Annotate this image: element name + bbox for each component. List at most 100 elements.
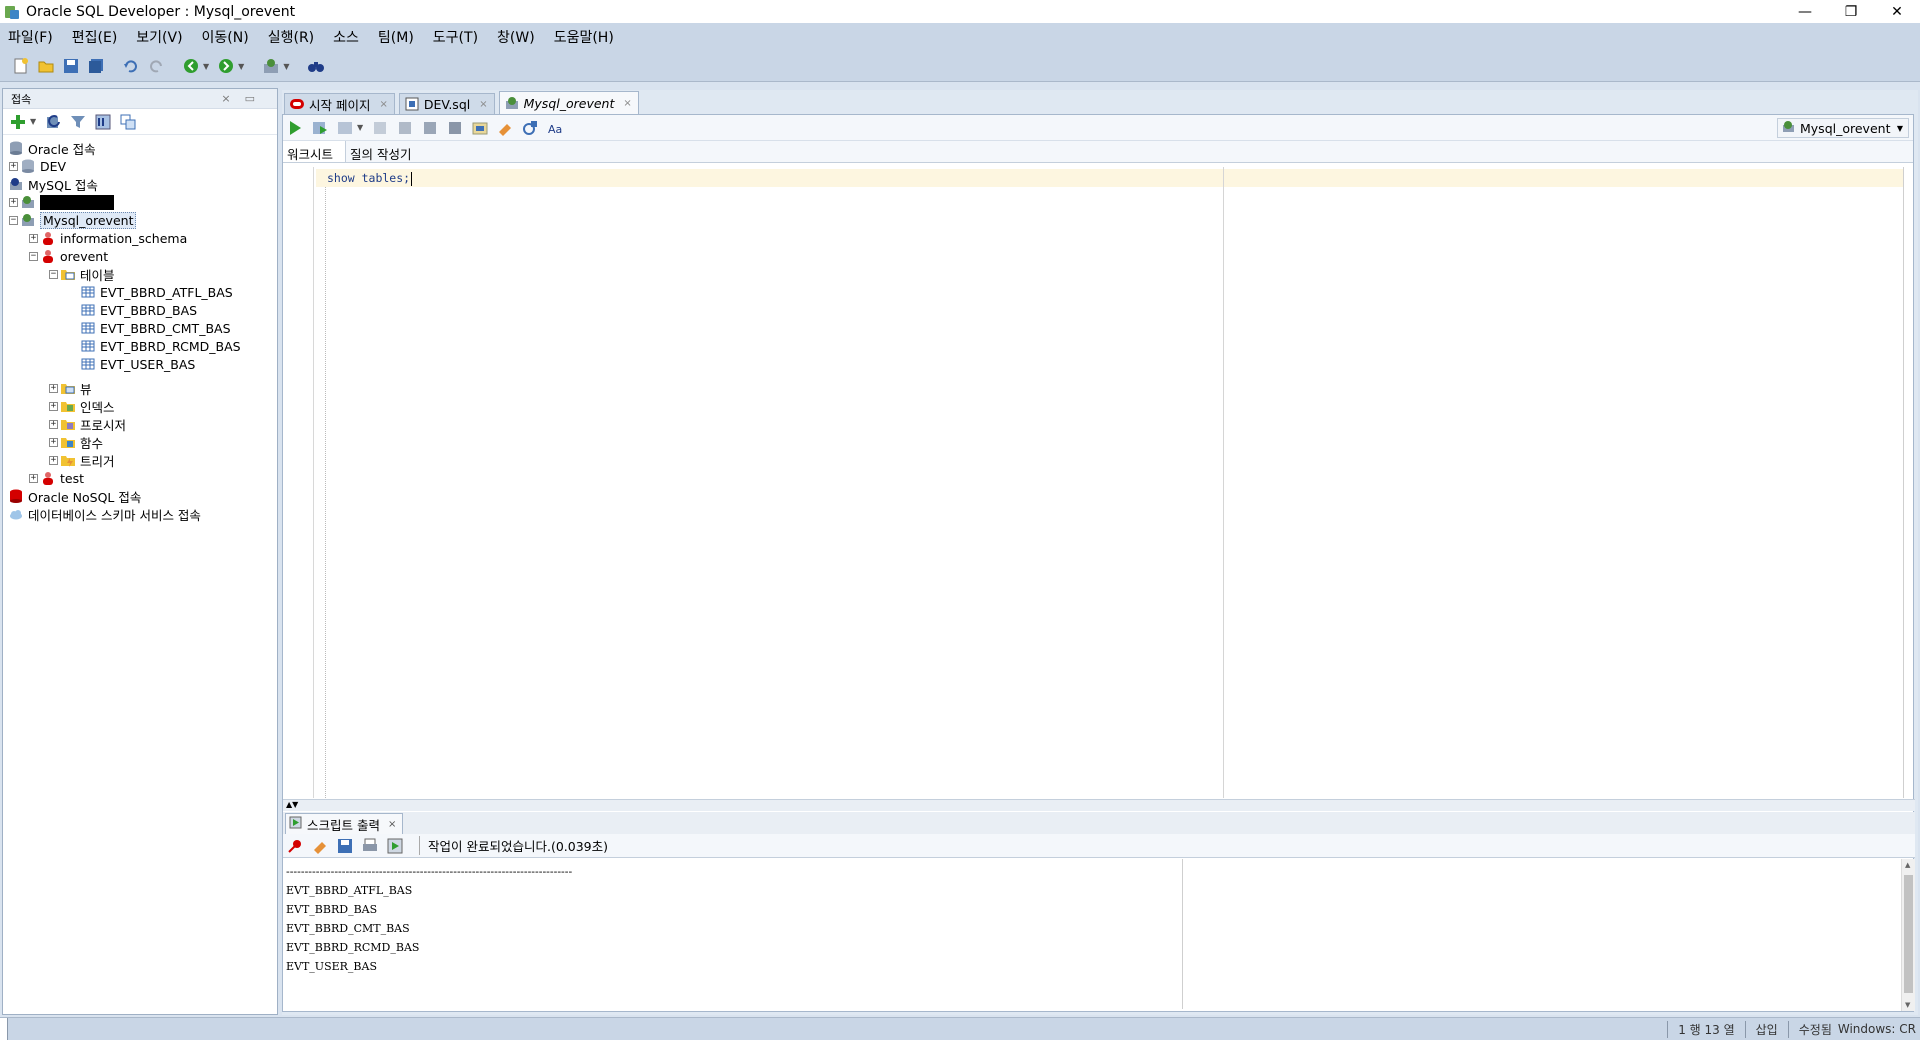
menu-navigate[interactable]: 이동(N): [200, 25, 251, 49]
tab-worksheet[interactable]: 워크시트: [283, 141, 347, 162]
output-to-file-icon[interactable]: [386, 837, 404, 855]
tree-node[interactable]: EVT_BBRD_ATFL_BAS: [3, 283, 277, 301]
expand-icon[interactable]: +: [9, 197, 18, 207]
scroll-down-icon[interactable]: ▼: [1905, 1001, 1910, 1009]
output-scrollbar[interactable]: ▲ ▼: [1901, 859, 1915, 1011]
tab-query-builder[interactable]: 질의 작성기: [346, 141, 423, 162]
menu-source[interactable]: 소스: [331, 25, 361, 49]
tree-node[interactable]: + 뷰: [3, 379, 277, 397]
filter-icon[interactable]: [69, 113, 87, 131]
commit-icon[interactable]: [371, 119, 389, 137]
expand-icon[interactable]: +: [29, 233, 38, 243]
clear-eraser-icon[interactable]: [311, 837, 329, 855]
sql-worksheet-icon[interactable]: [262, 57, 280, 75]
clear-eraser-icon[interactable]: [496, 119, 514, 137]
menu-run[interactable]: 실행(R): [266, 25, 316, 49]
script-output-area[interactable]: ----------------------------------------…: [283, 859, 1915, 1011]
tree-node[interactable]: − Mysql_orevent: [3, 211, 277, 229]
expand-icon[interactable]: +: [49, 455, 58, 465]
tab-close-icon[interactable]: ×: [623, 98, 631, 109]
close-button[interactable]: ✕: [1874, 0, 1920, 23]
save-all-icon[interactable]: [87, 57, 105, 75]
pin-icon[interactable]: [286, 837, 304, 855]
tab-mysql-orevent[interactable]: Mysql_orevent ×: [498, 91, 639, 114]
tree-node[interactable]: + 트리거: [3, 451, 277, 469]
tree-node[interactable]: + DEV: [3, 157, 277, 175]
back-dropdown-icon[interactable]: ▼: [203, 62, 209, 71]
tree-node[interactable]: − orevent: [3, 247, 277, 265]
autotrace-icon[interactable]: [336, 119, 354, 137]
change-case-icon[interactable]: Aa: [546, 119, 564, 137]
tab-script-output[interactable]: 스크립트 출력 ×: [285, 813, 404, 834]
save-output-icon[interactable]: [336, 837, 354, 855]
panel-splitter[interactable]: ▲▼: [283, 799, 1915, 811]
undo-icon[interactable]: [122, 57, 140, 75]
menu-view[interactable]: 보기(V): [134, 25, 184, 49]
print-icon[interactable]: [361, 837, 379, 855]
tree-node[interactable]: + 프로시저: [3, 415, 277, 433]
scrollbar-thumb[interactable]: [1904, 875, 1913, 993]
tree-node[interactable]: +: [3, 193, 277, 211]
collapse-icon[interactable]: −: [49, 269, 58, 279]
connection-selector[interactable]: Mysql_orevent ▼: [1777, 118, 1909, 138]
tree-node[interactable]: EVT_BBRD_CMT_BAS: [3, 319, 277, 337]
add-connection-dropdown-icon[interactable]: ▼: [30, 117, 36, 126]
sql-history-icon[interactable]: [471, 119, 489, 137]
status-left-tab[interactable]: [0, 1018, 8, 1040]
forward-icon[interactable]: [217, 57, 235, 75]
redo-icon[interactable]: [147, 57, 165, 75]
expand-icon[interactable]: +: [49, 401, 58, 411]
tree-node[interactable]: + 함수: [3, 433, 277, 451]
tree-node[interactable]: − 테이블: [3, 265, 277, 283]
menu-edit[interactable]: 편집(E): [70, 25, 120, 49]
menu-file[interactable]: 파일(F): [6, 25, 55, 49]
back-icon[interactable]: [182, 57, 200, 75]
restore-button[interactable]: ❐: [1828, 0, 1874, 23]
tree-node[interactable]: 데이터베이스 스키마 서비스 접속: [3, 505, 277, 523]
tab-close-icon[interactable]: ×: [479, 99, 487, 110]
tree-node[interactable]: MySQL 접속: [3, 175, 277, 193]
menu-help[interactable]: 도움말(H): [552, 25, 616, 49]
panel-controls[interactable]: ×▭: [221, 92, 269, 105]
tree-node[interactable]: + information_schema: [3, 229, 277, 247]
rollback-icon[interactable]: [396, 119, 414, 137]
expand-icon[interactable]: +: [49, 383, 58, 393]
tab-start-page[interactable]: 시작 페이지 ×: [284, 93, 395, 114]
run-statement-icon[interactable]: [286, 119, 304, 137]
tree-node[interactable]: Oracle NoSQL 접속: [3, 487, 277, 505]
tree-node[interactable]: EVT_BBRD_BAS: [3, 301, 277, 319]
tree-node[interactable]: + 인덱스: [3, 397, 277, 415]
worksheet-dropdown-icon[interactable]: ▼: [283, 62, 289, 71]
binoculars-icon[interactable]: [307, 57, 325, 75]
add-connection-icon[interactable]: [9, 113, 27, 131]
scroll-up-icon[interactable]: ▲: [1905, 861, 1910, 869]
menu-window[interactable]: 창(W): [495, 25, 537, 49]
expand-icon[interactable]: +: [49, 419, 58, 429]
tree-node[interactable]: EVT_BBRD_RCMD_BAS: [3, 337, 277, 355]
forward-dropdown-icon[interactable]: ▼: [238, 62, 244, 71]
format-sql-icon[interactable]: [521, 119, 539, 137]
tab-dev-sql[interactable]: DEV.sql ×: [398, 93, 495, 114]
minimize-button[interactable]: —: [1782, 0, 1828, 23]
save-icon[interactable]: [62, 57, 80, 75]
new-file-icon[interactable]: [12, 57, 30, 75]
sql-tuning-icon[interactable]: [446, 119, 464, 137]
collapse-icon[interactable]: −: [29, 251, 38, 261]
open-folder-icon[interactable]: [37, 57, 55, 75]
explain-plan-icon[interactable]: [421, 119, 439, 137]
collapse-icon[interactable]: −: [9, 215, 18, 225]
expand-icon[interactable]: +: [9, 161, 18, 171]
menu-team[interactable]: 팀(M): [376, 25, 416, 49]
menu-tools[interactable]: 도구(T): [431, 25, 480, 49]
tree-node[interactable]: Oracle 접속: [3, 139, 277, 157]
tree-node[interactable]: EVT_USER_BAS: [3, 355, 277, 373]
tab-close-icon[interactable]: ×: [379, 99, 387, 110]
schema-browser-icon[interactable]: [94, 113, 112, 131]
tab-close-icon[interactable]: ×: [388, 819, 396, 830]
sql-editor[interactable]: show tables;: [283, 167, 1904, 798]
expand-icon[interactable]: +: [49, 437, 58, 447]
refresh-icon[interactable]: [44, 113, 62, 131]
expand-icon[interactable]: +: [29, 473, 38, 483]
collapse-all-icon[interactable]: [119, 113, 137, 131]
tree-node[interactable]: + test: [3, 469, 277, 487]
